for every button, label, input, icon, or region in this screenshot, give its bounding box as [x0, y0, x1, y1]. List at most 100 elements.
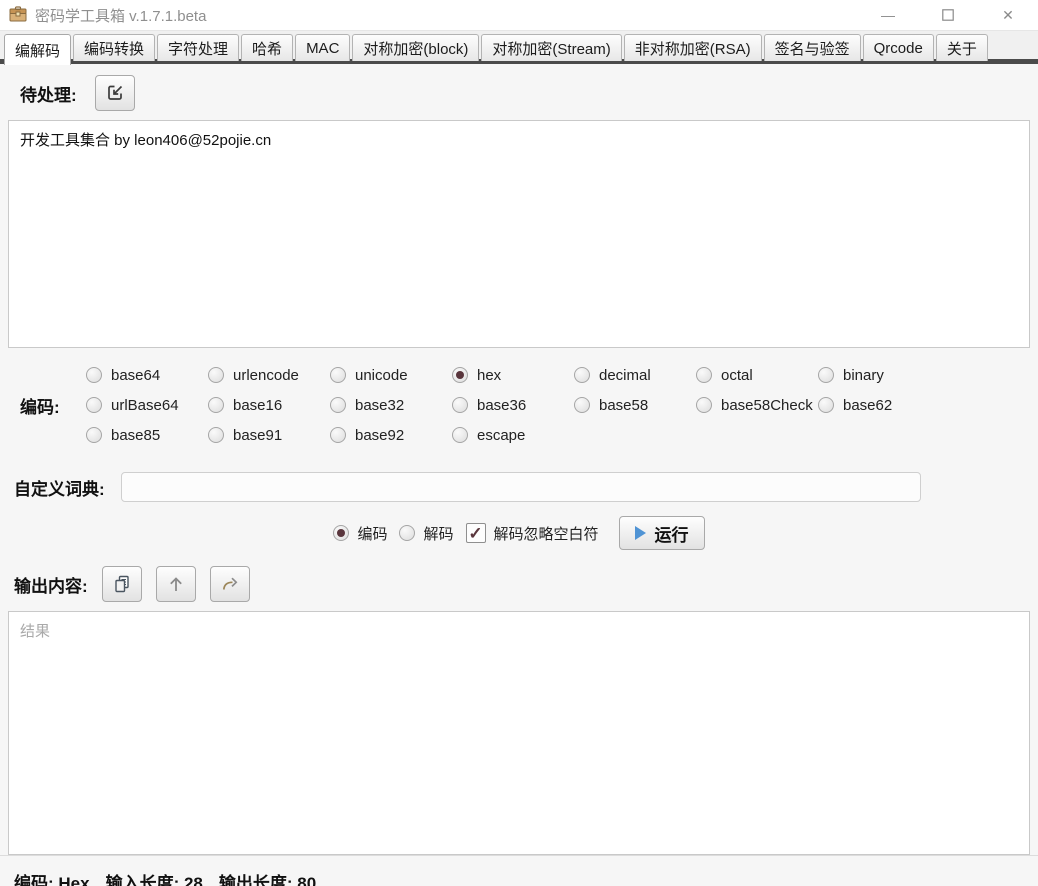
radio-编码[interactable]: 编码 — [333, 523, 387, 544]
radio-dot — [696, 397, 712, 413]
encoding-label: 编码: — [0, 393, 86, 418]
mode-row: 编码 解码 ✓ 解码忽略空白符 运行 — [0, 506, 1038, 558]
share-icon — [220, 574, 240, 594]
radio-dot — [574, 397, 590, 413]
tab-hash[interactable]: 哈希 — [241, 34, 293, 61]
radio-dot — [86, 367, 102, 383]
close-button[interactable]: ✕ — [978, 0, 1038, 30]
encoding-section: 编码: base64 urlencode unicode hex decimal octa… — [0, 348, 1038, 458]
radio-label: unicode — [355, 367, 408, 384]
tab-encoding-convert[interactable]: 编码转换 — [73, 34, 155, 61]
radio-label: urlBase64 — [111, 397, 179, 414]
close-icon: ✕ — [1002, 7, 1014, 24]
mode-radio-group: 编码 解码 — [333, 523, 453, 544]
radio-base16[interactable]: base16 — [208, 397, 330, 414]
radio-dot — [208, 427, 224, 443]
radio-urlBase64[interactable]: urlBase64 — [86, 397, 208, 414]
radio-dot — [330, 427, 346, 443]
radio-dot — [696, 367, 712, 383]
copy-icon — [112, 574, 132, 594]
import-button[interactable] — [95, 75, 135, 111]
radio-dot — [208, 367, 224, 383]
ignore-whitespace-checkbox[interactable]: ✓ 解码忽略空白符 — [466, 523, 599, 544]
run-label: 运行 — [655, 521, 689, 546]
radio-label: 解码 — [423, 523, 453, 544]
maximize-button[interactable] — [918, 0, 978, 30]
radio-dot — [330, 397, 346, 413]
radio-label: base16 — [233, 397, 282, 414]
tab-char-process[interactable]: 字符处理 — [157, 34, 239, 61]
dictionary-label: 自定义词典: — [14, 475, 105, 500]
status-bar: 编码: Hex 输入长度: 28 输出长度: 80 — [0, 855, 1038, 886]
radio-label: base32 — [355, 397, 404, 414]
minimize-icon: — — [881, 7, 895, 23]
radio-base64[interactable]: base64 — [86, 367, 208, 384]
radio-base62[interactable]: base62 — [818, 397, 940, 414]
radio-label: base91 — [233, 427, 282, 444]
radio-urlencode[interactable]: urlencode — [208, 367, 330, 384]
radio-dot — [86, 397, 102, 413]
import-icon — [105, 83, 125, 103]
share-button[interactable] — [210, 566, 250, 602]
radio-dot — [452, 427, 468, 443]
status-output-length: 输出长度: 80 — [219, 869, 316, 886]
up-button[interactable] — [156, 566, 196, 602]
radio-escape[interactable]: escape — [452, 427, 574, 444]
tab-bar: 编解码编码转换字符处理哈希MAC对称加密(block)对称加密(Stream)非… — [0, 30, 1038, 64]
radio-dot — [86, 427, 102, 443]
tab-mac[interactable]: MAC — [295, 34, 350, 61]
window-controls: — ✕ — [858, 0, 1038, 30]
up-arrow-icon — [166, 574, 186, 594]
radio-label: base92 — [355, 427, 404, 444]
status-encoding: 编码: Hex — [14, 869, 90, 886]
radio-binary[interactable]: binary — [818, 367, 940, 384]
title-bar: 密码学工具箱 v.1.7.1.beta — ✕ — [0, 0, 1038, 30]
output-row: 输出内容: — [0, 558, 1038, 611]
radio-base58[interactable]: base58 — [574, 397, 696, 414]
radio-base92[interactable]: base92 — [330, 427, 452, 444]
radio-dot — [330, 367, 346, 383]
radio-dot — [574, 367, 590, 383]
radio-label: base64 — [111, 367, 160, 384]
radio-label: base62 — [843, 397, 892, 414]
encoding-options: base64 urlencode unicode hex decimal octal bin… — [86, 360, 1038, 450]
radio-label: 编码 — [357, 523, 387, 544]
radio-label: octal — [721, 367, 753, 384]
tab-asym-rsa[interactable]: 非对称加密(RSA) — [624, 34, 762, 61]
radio-decimal[interactable]: decimal — [574, 367, 696, 384]
radio-unicode[interactable]: unicode — [330, 367, 452, 384]
radio-label: hex — [477, 367, 501, 384]
encoding-options-row: base85 base91 base92 escape — [86, 420, 1038, 450]
run-button[interactable]: 运行 — [619, 516, 705, 550]
dictionary-row: 自定义词典: — [0, 458, 1038, 506]
radio-label: base58Check — [721, 397, 813, 414]
tab-qrcode[interactable]: Qrcode — [863, 34, 934, 61]
minimize-button[interactable]: — — [858, 0, 918, 30]
radio-octal[interactable]: octal — [696, 367, 818, 384]
play-icon — [635, 526, 646, 540]
radio-base32[interactable]: base32 — [330, 397, 452, 414]
radio-label: decimal — [599, 367, 651, 384]
output-textarea[interactable] — [8, 611, 1030, 855]
radio-label: binary — [843, 367, 884, 384]
tab-sym-block[interactable]: 对称加密(block) — [352, 34, 479, 61]
radio-label: escape — [477, 427, 525, 444]
radio-base91[interactable]: base91 — [208, 427, 330, 444]
dictionary-input[interactable] — [121, 472, 921, 502]
radio-base36[interactable]: base36 — [452, 397, 574, 414]
ignore-whitespace-label: 解码忽略空白符 — [494, 523, 599, 544]
radio-label: urlencode — [233, 367, 299, 384]
radio-hex[interactable]: hex — [452, 367, 574, 384]
radio-label: base58 — [599, 397, 648, 414]
checkbox-icon: ✓ — [466, 523, 486, 543]
copy-button[interactable] — [102, 566, 142, 602]
radio-解码[interactable]: 解码 — [399, 523, 453, 544]
input-textarea[interactable]: 开发工具集合 by leon406@52pojie.cn — [8, 120, 1030, 348]
tab-sign-verify[interactable]: 签名与验签 — [764, 34, 861, 61]
maximize-icon — [942, 9, 954, 21]
tab-about[interactable]: 关于 — [936, 34, 988, 61]
tab-encode-decode[interactable]: 编解码 — [4, 34, 71, 65]
radio-base85[interactable]: base85 — [86, 427, 208, 444]
radio-base58Check[interactable]: base58Check — [696, 397, 818, 414]
tab-sym-stream[interactable]: 对称加密(Stream) — [481, 34, 621, 61]
